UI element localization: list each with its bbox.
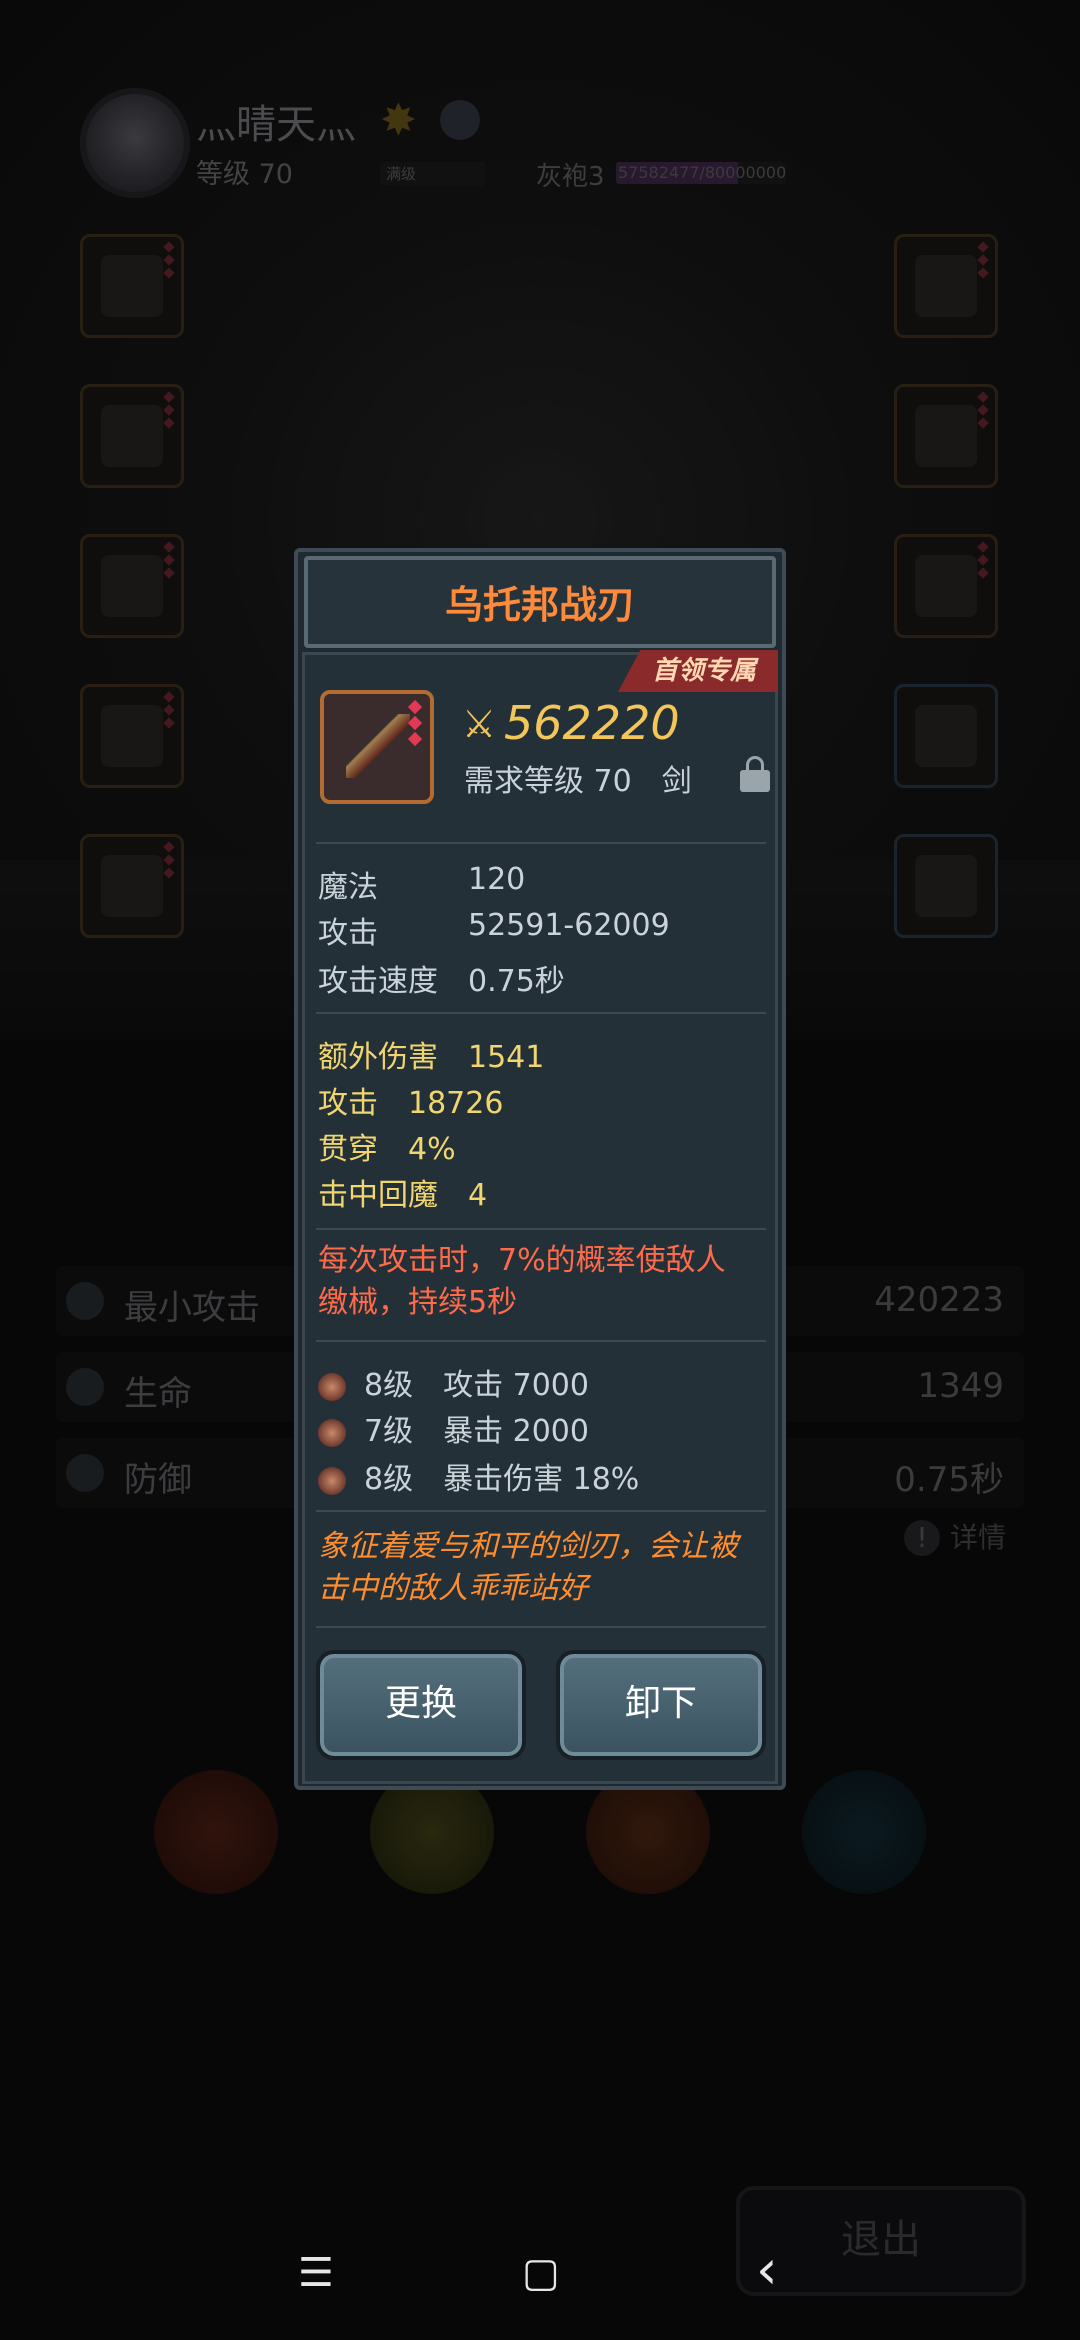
bonus-stat-label: 额外伤害	[318, 1040, 438, 1075]
base-stat-value: 0.75秒	[468, 964, 565, 999]
gem-row: 8级 暴击伤害 18%	[318, 1454, 639, 1498]
bonus-stat-label: 贯穿	[318, 1132, 378, 1167]
base-stat-label: 攻击速度	[318, 964, 438, 999]
unequip-button[interactable]: 卸下	[556, 1650, 766, 1760]
gem-effect: 暴击伤害 18%	[443, 1462, 640, 1497]
divider	[316, 842, 766, 844]
gem-level: 8级	[364, 1368, 414, 1403]
effect-line: 缴械，持续5秒	[318, 1285, 518, 1320]
lock-icon[interactable]	[740, 756, 770, 792]
gem-effect: 暴击 2000	[443, 1414, 589, 1449]
divider	[316, 1510, 766, 1512]
bonus-stat-row: 攻击 18726	[318, 1078, 503, 1122]
gem-level: 8级	[364, 1462, 414, 1497]
gem-effect: 攻击 7000	[443, 1368, 589, 1403]
divider	[316, 1340, 766, 1342]
bonus-stat-label: 攻击	[318, 1086, 378, 1121]
bonus-stat-value: 4	[468, 1178, 488, 1213]
base-stat-value: 52591-62009	[468, 908, 670, 943]
nav-back-button[interactable]: ‹	[756, 2238, 778, 2301]
flavor-line: 象征着爱与和平的剑刃，会让被	[318, 1529, 738, 1564]
bonus-stat-row: 贯穿 4%	[318, 1124, 456, 1168]
gem-row: 7级 暴击 2000	[318, 1406, 589, 1450]
skull-gem-icon	[318, 1466, 346, 1495]
replace-button[interactable]: 更换	[316, 1650, 526, 1760]
boss-exclusive-ribbon: 首领专属	[618, 650, 778, 692]
divider	[316, 1228, 766, 1230]
bonus-stat-label: 击中回魔	[318, 1178, 438, 1213]
bonus-stat-value: 18726	[408, 1086, 504, 1121]
ruby-gem-icon	[318, 1418, 346, 1447]
ruby-gem-icon	[318, 1372, 346, 1401]
bonus-stat-value: 1541	[468, 1040, 545, 1075]
base-stat-value: 120	[468, 862, 526, 897]
bonus-stat-value: 4%	[408, 1132, 456, 1167]
item-requirement: 需求等级 70 剑	[464, 764, 692, 799]
special-effect-text: 每次攻击时，7%的概率使敌人 缴械，持续5秒	[318, 1240, 758, 1324]
effect-line: 每次攻击时，7%的概率使敌人	[318, 1243, 726, 1278]
blade-icon	[346, 714, 410, 778]
flavor-line: 击中的敌人乖乖站好	[318, 1571, 588, 1606]
nav-home-button[interactable]: ▢	[522, 2250, 560, 2296]
gem-row: 8级 攻击 7000	[318, 1360, 589, 1404]
divider	[316, 1626, 766, 1628]
bonus-stat-row: 击中回魔 4	[318, 1170, 487, 1214]
base-stat-label: 魔法	[318, 870, 378, 905]
gold-sword-icon: ⚔	[462, 702, 497, 746]
divider	[316, 1012, 766, 1014]
popup-content-panel	[302, 652, 778, 1784]
base-stat-label: 攻击	[318, 916, 378, 951]
flavor-text: 象征着爱与和平的剑刃，会让被 击中的敌人乖乖站好	[318, 1526, 762, 1610]
item-icon	[320, 690, 434, 804]
item-title: 乌托邦战刃	[444, 583, 635, 627]
bonus-stat-row: 额外伤害 1541	[318, 1032, 544, 1076]
nav-menu-button[interactable]: ☰	[298, 2250, 334, 2296]
item-price: 562220	[504, 696, 680, 750]
gem-level: 7级	[364, 1414, 414, 1449]
